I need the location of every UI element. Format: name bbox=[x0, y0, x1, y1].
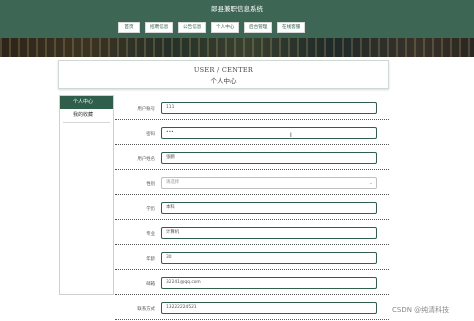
phone-label: 联系方式 bbox=[137, 307, 155, 312]
banner-image bbox=[0, 38, 474, 57]
age-label: 年龄 bbox=[146, 257, 155, 262]
form-row-major: 专业 计算机 bbox=[115, 220, 389, 245]
nav-item-home[interactable]: 首页 bbox=[118, 22, 140, 33]
gender-select-value: 请选择 bbox=[166, 180, 180, 185]
education-input[interactable]: 本科 bbox=[161, 202, 377, 214]
name-input[interactable]: 张鹏 bbox=[161, 152, 377, 164]
gender-label: 性别 bbox=[146, 182, 155, 187]
nav-bar: 首页 招聘信息 公告信息 个人中心 后台管理 在线客服 bbox=[0, 16, 474, 38]
gender-select[interactable]: 请选择 ⌄ bbox=[161, 177, 377, 189]
nav-item-admin[interactable]: 后台管理 bbox=[244, 22, 272, 33]
user-center-heading: USER / CENTER 个人中心 bbox=[58, 60, 389, 89]
account-input[interactable]: 111 bbox=[161, 102, 377, 114]
age-input[interactable]: 30 bbox=[161, 252, 377, 264]
sidebar-item-user-center[interactable]: 个人中心 bbox=[60, 96, 113, 109]
form-row-gender: 性别 请选择 ⌄ bbox=[115, 170, 389, 195]
email-label: 邮箱 bbox=[146, 282, 155, 287]
form-row-education: 学历 本科 bbox=[115, 195, 389, 220]
nav-item-online-service[interactable]: 在线客服 bbox=[277, 22, 305, 33]
nav-item-user-center[interactable]: 个人中心 bbox=[211, 22, 239, 33]
major-label: 专业 bbox=[146, 232, 155, 237]
chevron-down-icon: ⌄ bbox=[368, 180, 373, 186]
form-row-age: 年龄 30 bbox=[115, 245, 389, 270]
profile-form: 用户账号 111 密码 ••• 用户姓名 张鹏 性别 请选择 ⌄ 学历 本科 专… bbox=[115, 95, 389, 321]
sidebar: 个人中心 我的收藏 bbox=[59, 95, 114, 295]
banner-city-lights bbox=[0, 38, 474, 57]
password-input[interactable]: ••• bbox=[161, 127, 377, 139]
major-input[interactable]: 计算机 bbox=[161, 227, 377, 239]
top-header: 郎县兼职信息系统 bbox=[0, 0, 474, 16]
nav-item-notices[interactable]: 公告信息 bbox=[178, 22, 206, 33]
heading-english: USER / CENTER bbox=[193, 66, 254, 74]
form-row-password: 密码 ••• bbox=[115, 120, 389, 145]
name-label: 用户姓名 bbox=[137, 157, 155, 162]
text-cursor-icon: I bbox=[290, 132, 292, 139]
phone-input[interactable]: 13222224521 bbox=[161, 302, 377, 314]
nav-item-jobs[interactable]: 招聘信息 bbox=[145, 22, 173, 33]
heading-chinese: 个人中心 bbox=[210, 77, 237, 85]
email-input[interactable]: 32241@qq.com bbox=[161, 277, 377, 289]
account-label: 用户账号 bbox=[137, 107, 155, 112]
education-label: 学历 bbox=[146, 207, 155, 212]
watermark: CSDN @纯清科技 bbox=[392, 306, 450, 314]
site-title: 郎县兼职信息系统 bbox=[211, 5, 263, 13]
form-row-account: 用户账号 111 bbox=[115, 95, 389, 120]
sidebar-divider bbox=[63, 122, 110, 123]
password-label: 密码 bbox=[146, 132, 155, 137]
nav-menu: 首页 招聘信息 公告信息 个人中心 后台管理 在线客服 bbox=[118, 22, 305, 33]
form-row-email: 邮箱 32241@qq.com bbox=[115, 270, 389, 295]
form-row-phone: 联系方式 13222224521 bbox=[115, 295, 389, 320]
sidebar-item-favorites[interactable]: 我的收藏 bbox=[60, 109, 113, 122]
form-row-name: 用户姓名 张鹏 bbox=[115, 145, 389, 170]
